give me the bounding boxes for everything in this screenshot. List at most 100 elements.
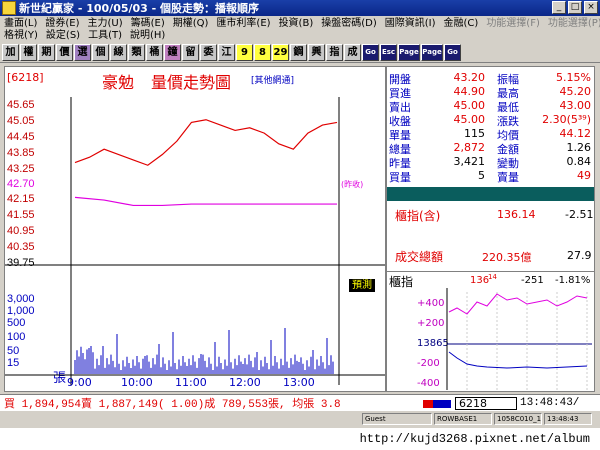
status-cell: Guest	[362, 413, 432, 425]
stock-code-input[interactable]: 6218	[455, 397, 517, 410]
maximize-icon[interactable]: □	[568, 1, 582, 14]
quote-row: 賣出 45.00 最低 43.00	[389, 99, 593, 114]
x-tick-label: 11:00	[175, 376, 207, 389]
clock-display: 13:48:43/	[520, 397, 598, 410]
mini-index-svg	[446, 288, 592, 390]
toolbar-button[interactable]: 興	[308, 43, 325, 61]
quote-value: 0.84	[566, 155, 592, 168]
quote-value: 45.20	[559, 85, 592, 98]
quote-value: 2.30(5³⁹)	[542, 113, 591, 126]
turnover-label: 成交總額	[395, 250, 444, 264]
menu-item[interactable]: 格視(Y)	[0, 29, 42, 42]
toolbar-button[interactable]: 個	[92, 43, 109, 61]
quote-value: 43.20	[453, 71, 486, 84]
reference-note: (昨收)	[341, 180, 364, 189]
toolbar-button[interactable]: 成	[344, 43, 361, 61]
status-cell: ROWBASE1	[434, 413, 492, 425]
app-icon	[2, 1, 16, 15]
toolbar-button[interactable]: 線	[110, 43, 127, 61]
footer-url: http://kujd3268.pixnet.net/album	[0, 428, 600, 450]
quote-label: 賣量	[497, 171, 519, 184]
toolbar-button[interactable]: 期	[38, 43, 55, 61]
bid-ask-bar	[387, 187, 594, 201]
toolbar-button[interactable]: Go	[444, 43, 461, 61]
mini-index-chart: 櫃指 136 14 -251 -1.81% +400 +200 13865 -200-…	[387, 271, 594, 391]
quote-value: 45.00	[453, 99, 486, 112]
toolbar-button[interactable]: Page Up	[398, 43, 420, 61]
menu-item[interactable]: 設定(S)	[42, 29, 84, 42]
forecast-badge[interactable]: 預測	[349, 279, 375, 292]
quote-label: 買量	[389, 171, 411, 184]
quote-value: 43.00	[559, 99, 592, 112]
toolbar-button[interactable]: 價	[56, 43, 73, 61]
mini-upper-line	[448, 293, 588, 315]
summary-bar: 買 1,894,954賣 1,887,149( 1.00)成 789,553張,…	[0, 394, 600, 411]
toolbar-button[interactable]: 選	[74, 43, 91, 61]
menu-item[interactable]: 工具(T)	[84, 29, 126, 42]
turnover-change: 27.9	[567, 249, 592, 262]
x-tick-label: 12:00	[229, 376, 261, 389]
quote-value: 1.26	[566, 141, 592, 154]
toolbar-button[interactable]: 鋼	[290, 43, 307, 61]
average-line	[74, 196, 337, 207]
toolbar-button[interactable]: 留	[182, 43, 199, 61]
status-cell: 13:48:43	[544, 413, 592, 425]
menu-item[interactable]: 說明(H)	[126, 29, 169, 42]
quote-row: 買進 44.90 最高 45.20	[389, 85, 593, 100]
x-tick-label: 9:00	[67, 376, 92, 389]
quote-value: 2,872	[453, 141, 486, 154]
toolbar-button[interactable]: 權	[20, 43, 37, 61]
toolbar-button[interactable]: Esc	[380, 43, 397, 61]
quote-value: 44.90	[453, 85, 486, 98]
app-window: 新世紀贏家 - 100/05/03 - 個股走勢：播報順序 _ □ × 畫面(L…	[0, 0, 600, 450]
minimize-icon[interactable]: _	[552, 1, 566, 14]
toolbar-button[interactable]: 鐘	[164, 43, 181, 61]
status-bar: Guest ROWBASE1 1058C010_1 13:48:43	[0, 412, 600, 426]
toolbar-button[interactable]: Page Dn	[421, 43, 443, 61]
quote-panel: 開盤 43.20 振幅 5.15% 買進 44.90 最高 45.20 賣出 45.00 最低 43.…	[386, 66, 595, 392]
quote-value: 5	[478, 169, 485, 182]
toolbar-button[interactable]: 委	[200, 43, 217, 61]
quote-row: 開盤 43.20 振幅 5.15%	[389, 71, 593, 86]
toolbar-button[interactable]: 桶	[146, 43, 163, 61]
price-chart-panel: [6218] 豪勉 量價走勢圖 [其他網通] 45.65 45.05 44.45 43…	[4, 66, 386, 392]
toolbar-button[interactable]: 9	[236, 43, 253, 61]
close-icon[interactable]: ×	[584, 1, 598, 14]
toolbar-button[interactable]: 加	[2, 43, 19, 61]
quote-value: 45.00	[453, 113, 486, 126]
mini-lower-line	[448, 351, 588, 369]
toolbar-button[interactable]: 類	[128, 43, 145, 61]
toolbar-button[interactable]: 29	[272, 43, 289, 61]
index-row: 櫃指(含) 136.14 -2.51	[387, 206, 594, 224]
quote-row: 買量 5 賣量 49	[389, 169, 593, 184]
quote-value: 5.15%	[556, 71, 591, 84]
toolbar-button[interactable]: 指	[326, 43, 343, 61]
index-change: -2.51	[565, 208, 594, 221]
quote-row: 昨量 3,421 變動 0.84	[389, 155, 593, 170]
window-controls: _ □ ×	[552, 1, 598, 14]
quote-value: 49	[577, 169, 591, 182]
menu-bar-secondary: 格視(Y) 設定(S) 工具(T) 說明(H)	[0, 29, 600, 42]
bid-ask-indicator	[423, 400, 451, 408]
quote-value: 3,421	[453, 155, 486, 168]
quote-row: 總量 2,872 金額 1.26	[389, 141, 593, 156]
x-tick-label: 10:00	[121, 376, 153, 389]
toolbar-button[interactable]: 8	[254, 43, 271, 61]
index-value: 136.14	[497, 208, 536, 221]
toolbar-button[interactable]: Go	[362, 43, 379, 61]
title-bar: 新世紀贏家 - 100/05/03 - 個股走勢：播報順序 _ □ ×	[0, 0, 600, 16]
toolbar: 加權期價選個線類桶鐘留委江9829鋼興指成GoEscPage UpPage Dn…	[0, 42, 600, 63]
price-line	[74, 119, 338, 166]
status-cell: 1058C010_1	[494, 413, 542, 425]
quote-row: 收盤 45.00 漲跌 2.30(5³⁹)	[389, 113, 593, 128]
window-title: 新世紀贏家 - 100/05/03 - 個股走勢：播報順序	[19, 2, 260, 15]
turnover-value: 220.35億	[482, 251, 532, 264]
quote-value: 44.12	[559, 127, 592, 140]
turnover-row: 成交總額 220.35億 27.9	[387, 247, 594, 265]
index-label: 櫃指(含)	[395, 209, 441, 223]
quote-value: 115	[464, 127, 485, 140]
price-volume-chart	[5, 97, 385, 385]
toolbar-button[interactable]: 江	[218, 43, 235, 61]
quote-row: 單量 115 均價 44.12	[389, 127, 593, 142]
x-tick-label: 13:00	[283, 376, 315, 389]
